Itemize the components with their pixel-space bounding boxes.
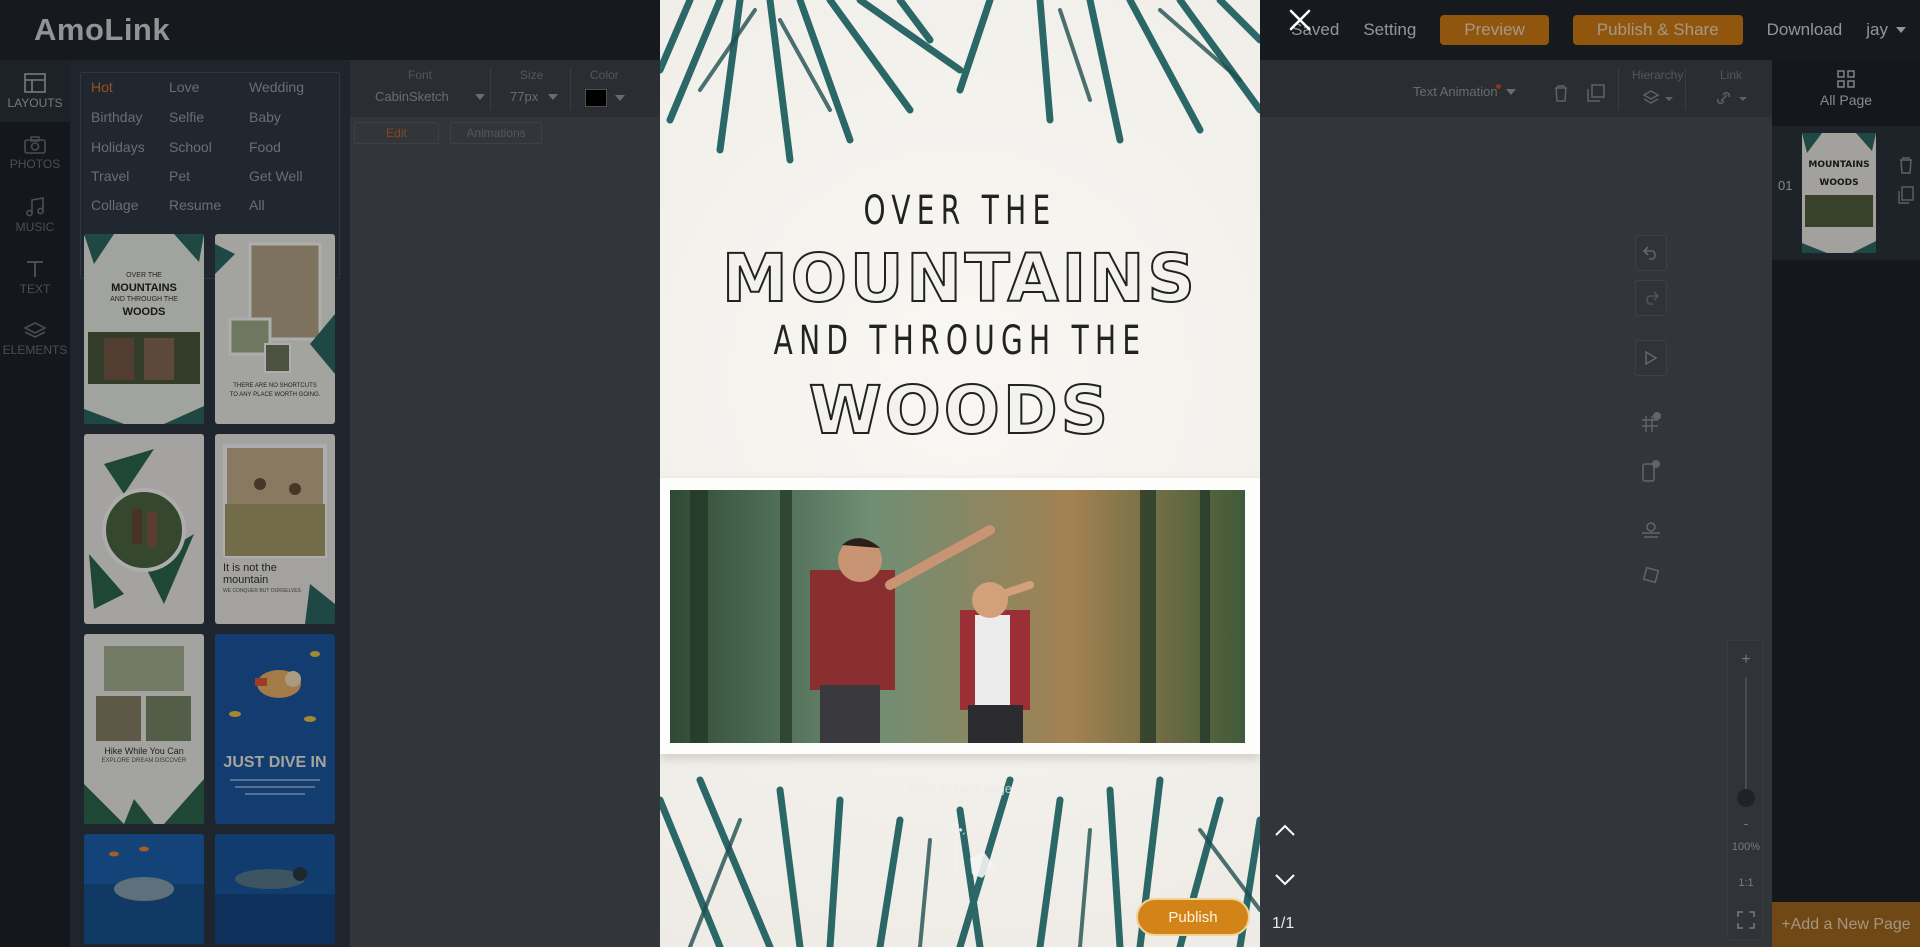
- slide-hint: Slide to next page: [907, 781, 1013, 796]
- app-root: AmoLink Saved Setting Preview Publish & …: [0, 0, 1920, 947]
- photo-frame: [660, 478, 1260, 754]
- preview-heading-line2: MOUNTAINS: [721, 239, 1198, 318]
- page-counter: 1/1: [1272, 915, 1295, 932]
- preview-heading-line1: OVER THE: [863, 188, 1057, 234]
- hikers-photo: [670, 490, 1245, 743]
- chevron-up-icon[interactable]: [1273, 822, 1297, 838]
- preview-heading-line4: WOODS: [808, 371, 1112, 450]
- preview-heading-line3: AND THROUGH THE: [773, 318, 1147, 364]
- palm-leaves-top: [660, 0, 1260, 164]
- publish-button[interactable]: Publish: [1136, 898, 1250, 936]
- chevron-down-icon[interactable]: [1273, 872, 1297, 888]
- preview-modal: OVER THE MOUNTAINS AND THROUGH THE WOODS: [660, 0, 1260, 947]
- close-icon[interactable]: [1286, 6, 1314, 34]
- swipe-up-icon: [947, 823, 994, 878]
